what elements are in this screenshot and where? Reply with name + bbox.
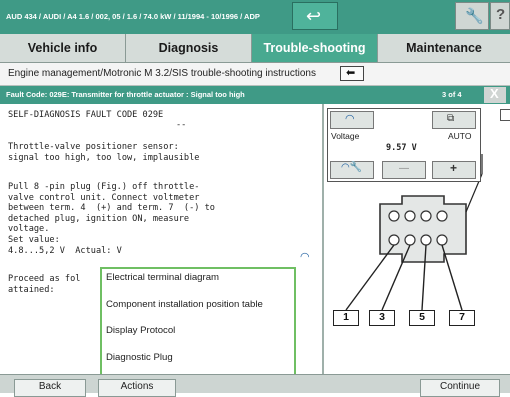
pin-label-1: 1 — [333, 310, 359, 326]
close-button[interactable]: X — [484, 86, 506, 103]
tab-vehicle-info[interactable]: Vehicle info — [0, 34, 126, 62]
tab-maintenance[interactable]: Maintenance — [378, 34, 510, 62]
menu-item-electrical-diagram[interactable]: Electrical terminal diagram — [106, 272, 219, 283]
pin-label-3: 3 — [369, 310, 395, 326]
content-area: SELF-DIAGNOSIS FAULT CODE 029E -- Thrott… — [0, 104, 510, 377]
main-tabs: Vehicle info Diagnosis Trouble-shooting … — [0, 34, 510, 63]
meter-gauge-button[interactable]: ◠ — [330, 111, 374, 129]
actions-popup-menu: Electrical terminal diagram Component in… — [100, 267, 296, 377]
footer-bar: Back Actions Continue — [0, 374, 510, 397]
fault-code-text: Fault Code: 029E: Transmitter for thrott… — [6, 90, 245, 99]
actions-button[interactable]: Actions — [98, 379, 176, 397]
help-label: ? — [496, 6, 506, 23]
page-indicator: 3 of 4 — [442, 90, 462, 99]
menu-item-diagnostic-plug[interactable]: Diagnostic Plug — [106, 352, 173, 363]
wrench-icon: 🔧 — [465, 7, 484, 25]
instruction-proceed-text: Proceed as fol attained: — [8, 274, 81, 295]
fault-code-bar: Fault Code: 029E: Transmitter for thrott… — [0, 86, 510, 104]
back-arrow-icon: ↩ — [306, 6, 322, 27]
instruction-measure-text: Pull 8 -pin plug (Fig.) off throttle- va… — [8, 182, 215, 256]
meter-mode: AUTO — [448, 131, 472, 141]
help-button[interactable]: ? — [490, 2, 510, 30]
meter-minus-button[interactable]: — — [382, 161, 426, 179]
plus-icon: + — [450, 161, 458, 175]
meter-probe-button[interactable]: ◠🔧 — [330, 161, 374, 179]
figure-maximize-button[interactable] — [500, 109, 510, 121]
tools-button[interactable]: 🔧 — [455, 2, 489, 30]
meter-window-button[interactable]: ⧉ — [432, 111, 476, 129]
instruction-sensor-text: Throttle-valve positioner sensor: signal… — [8, 142, 200, 163]
meter-link-icon[interactable]: ◠ — [300, 250, 310, 263]
instruction-heading: SELF-DIAGNOSIS FAULT CODE 029E — [8, 110, 164, 120]
close-icon: X — [490, 86, 499, 101]
voltmeter-widget: ◠ ⧉ Voltage AUTO 9.57 V ◠🔧 — + — [327, 108, 481, 182]
minus-icon: — — [399, 163, 409, 174]
pin-label-5: 5 — [409, 310, 435, 326]
vehicle-title: AUD 434 / AUDI / A4 1.6 / 002, 05 / 1.6 … — [6, 12, 260, 21]
meter-plus-button[interactable]: + — [432, 161, 476, 179]
breadcrumb-text: Engine management/Motronic M 3.2/SIS tro… — [8, 68, 316, 79]
probe-icon: ◠🔧 — [341, 162, 363, 173]
breadcrumb: Engine management/Motronic M 3.2/SIS tro… — [0, 63, 510, 86]
menu-item-component-position[interactable]: Component installation position table — [106, 299, 263, 310]
continue-button[interactable]: Continue — [420, 379, 500, 397]
meter-value: 9.57 V — [386, 143, 417, 153]
top-title-bar: AUD 434 / AUDI / A4 1.6 / 002, 05 / 1.6 … — [0, 0, 510, 34]
instruction-panel[interactable]: SELF-DIAGNOSIS FAULT CODE 029E -- Thrott… — [0, 104, 322, 377]
menu-item-display-protocol[interactable]: Display Protocol — [106, 325, 175, 336]
gauge-icon: ◠ — [345, 113, 355, 125]
window-icon: ⧉ — [447, 113, 455, 124]
instruction-dashes: -- — [176, 120, 187, 130]
back-footer-button[interactable]: Back — [14, 379, 86, 397]
back-button[interactable]: ↩ — [292, 2, 338, 30]
pin-label-7: 7 — [449, 310, 475, 326]
left-arrow-icon: ⬅ — [346, 66, 356, 79]
breadcrumb-back-button[interactable]: ⬅ — [340, 66, 364, 81]
tab-diagnosis[interactable]: Diagnosis — [126, 34, 252, 62]
figure-panel: ◠ ⧉ Voltage AUTO 9.57 V ◠🔧 — + 1 3 5 7 — [324, 104, 510, 374]
meter-label: Voltage — [331, 131, 360, 141]
tab-trouble-shooting[interactable]: Trouble-shooting — [252, 34, 378, 62]
